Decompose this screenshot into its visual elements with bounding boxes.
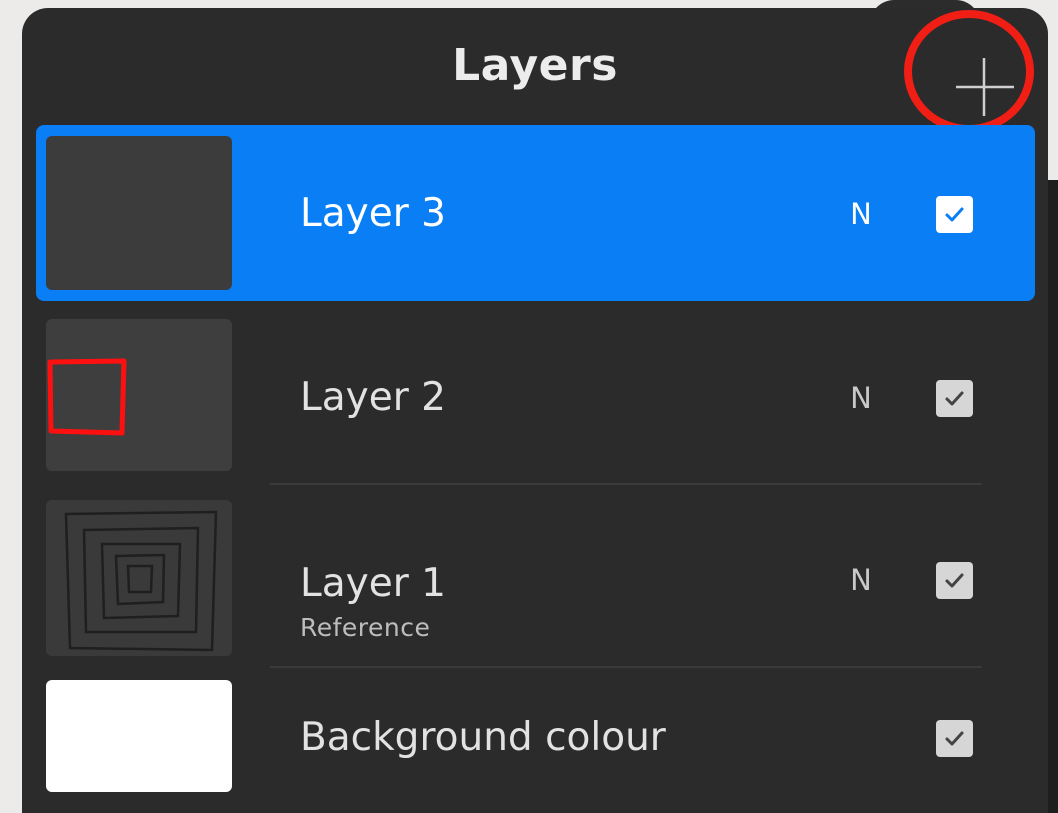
checkmark-icon — [945, 573, 964, 588]
layer-row-layer-3[interactable]: Layer 3 N — [36, 125, 1035, 301]
highlight-circle-annotation — [904, 10, 1034, 133]
layers-screen: Layers Layer 3 N Layer 2 N Layer 1 Refer… — [0, 0, 1058, 813]
blend-mode-button[interactable]: N — [846, 564, 876, 596]
layer-name: Layer 2 — [300, 375, 446, 420]
layer-name: Background colour — [300, 715, 666, 760]
layer-visibility-checkbox[interactable] — [936, 562, 973, 599]
blend-mode-button[interactable]: N — [846, 382, 876, 414]
red-square-sketch — [47, 358, 127, 436]
layer-row-background-colour[interactable]: Background colour — [36, 672, 1035, 813]
layer-row-layer-2[interactable]: Layer 2 N — [36, 308, 1035, 485]
layer-row-layer-1[interactable]: Layer 1 Reference N — [36, 490, 1035, 668]
layer-thumbnail — [46, 136, 232, 290]
layer-name: Layer 3 — [300, 191, 446, 236]
checkmark-icon — [945, 391, 964, 406]
row-divider — [270, 666, 982, 668]
layers-panel: Layers Layer 3 N Layer 2 N Layer 1 Refer… — [22, 8, 1048, 813]
row-divider — [270, 483, 982, 485]
nested-squares-sketch — [64, 510, 218, 652]
layer-visibility-checkbox[interactable] — [936, 380, 973, 417]
layer-visibility-checkbox[interactable] — [936, 720, 973, 757]
blend-mode-button[interactable]: N — [846, 198, 876, 230]
layer-thumbnail — [46, 319, 232, 471]
layer-visibility-checkbox[interactable] — [936, 196, 973, 233]
checkmark-icon — [945, 207, 964, 222]
checkmark-icon — [945, 731, 964, 746]
layer-thumbnail — [46, 500, 232, 656]
layer-name: Layer 1 — [300, 561, 446, 606]
layer-subtitle: Reference — [300, 613, 431, 642]
panel-title: Layers — [452, 40, 618, 91]
background-colour-swatch[interactable] — [46, 680, 232, 792]
